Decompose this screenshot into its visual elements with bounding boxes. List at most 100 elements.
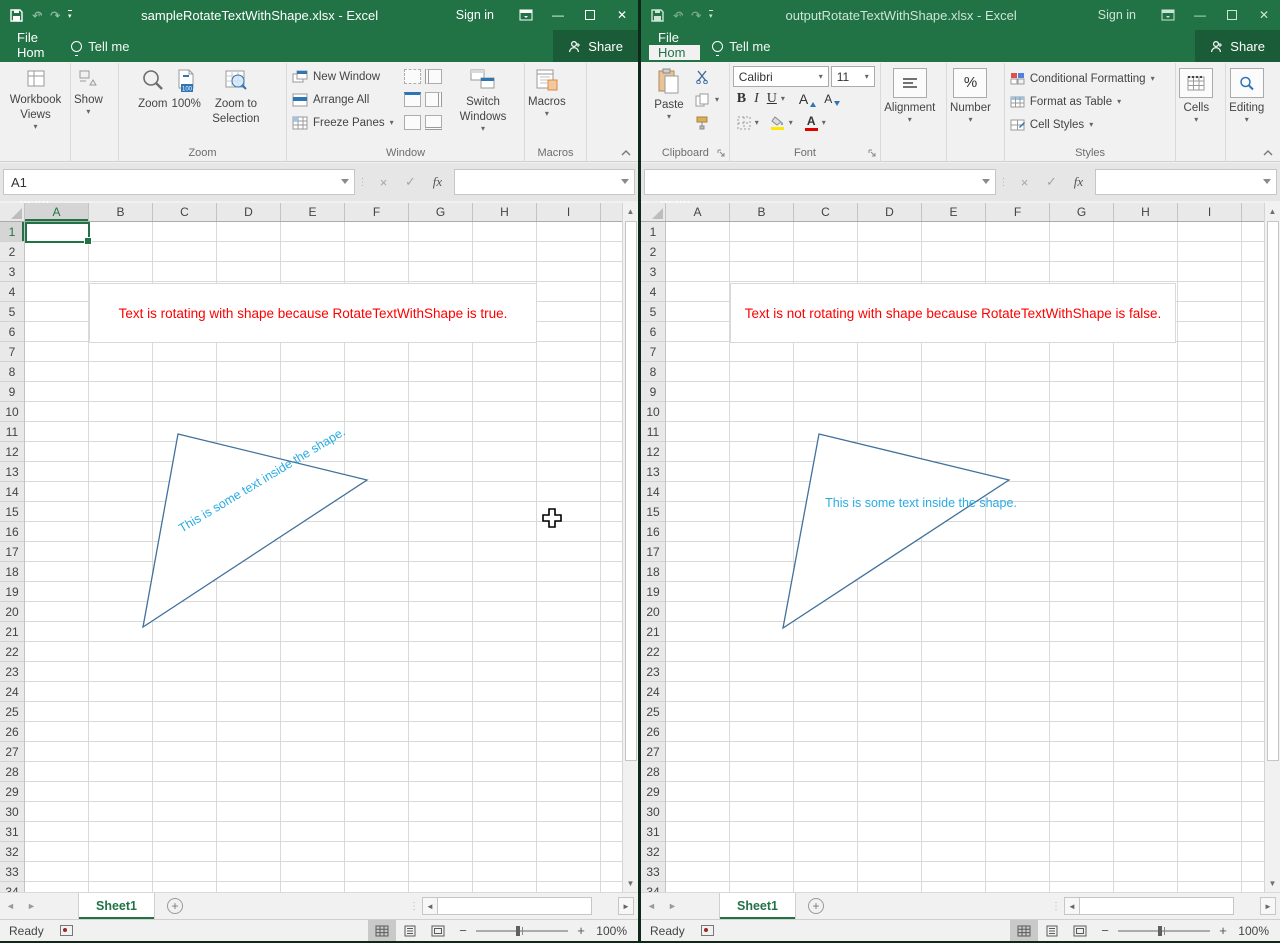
name-box[interactable]: A1	[3, 169, 355, 195]
tell-me-box[interactable]: Tell me	[59, 30, 141, 62]
column-header[interactable]: D	[217, 203, 281, 221]
freeze-panes-button[interactable]: Freeze Panes▾	[290, 111, 402, 134]
horizontal-scroll-thumb[interactable]	[1080, 897, 1234, 915]
row-header[interactable]: 17	[0, 542, 24, 562]
scroll-left-icon[interactable]: ◄	[1064, 897, 1080, 915]
row-header[interactable]: 25	[641, 702, 665, 722]
minimize-button[interactable]: —	[542, 0, 574, 30]
vertical-scroll-thumb[interactable]	[1267, 221, 1279, 761]
hide-button[interactable]	[404, 92, 421, 107]
sign-in-button[interactable]: Sign in	[440, 8, 510, 22]
tell-me-box[interactable]: Tell me	[700, 30, 782, 62]
row-header[interactable]: 2	[641, 242, 665, 262]
row-header[interactable]: 9	[641, 382, 665, 402]
ribbon-tab[interactable]: Hom	[649, 45, 700, 60]
column-header[interactable]: F	[986, 203, 1050, 221]
row-header[interactable]: 28	[0, 762, 24, 782]
row-header[interactable]: 32	[641, 842, 665, 862]
zoom-slider[interactable]	[1118, 930, 1210, 932]
column-header[interactable]: G	[1050, 203, 1114, 221]
horizontal-scrollbar[interactable]: ◄ ►	[422, 893, 638, 919]
ribbon-display-options-icon[interactable]	[1152, 0, 1184, 30]
normal-view-button[interactable]	[368, 920, 396, 942]
italic-button[interactable]: I	[754, 91, 759, 107]
row-header[interactable]: 34	[0, 882, 24, 892]
scroll-right-icon[interactable]: ►	[618, 897, 634, 915]
page-break-preview-button[interactable]	[1066, 920, 1094, 942]
row-header[interactable]: 31	[0, 822, 24, 842]
sheet-prev-icon[interactable]: ◄	[0, 893, 21, 919]
note-merged-cell[interactable]: Text is not rotating with shape because …	[730, 283, 1176, 343]
freeform-shape[interactable]: This is some text inside the shape.	[776, 425, 1031, 635]
redo-icon[interactable]: ↷▾	[50, 8, 59, 23]
decrease-font-size-button[interactable]: A	[824, 92, 840, 106]
new-sheet-button[interactable]: +	[796, 893, 836, 919]
bold-button[interactable]: B	[737, 91, 746, 107]
format-as-table-button[interactable]: Format as Table▾	[1008, 90, 1172, 113]
close-button[interactable]: ✕	[606, 0, 638, 30]
save-icon[interactable]	[10, 9, 23, 22]
ribbon-tab[interactable]: Hom	[8, 45, 59, 60]
copy-button[interactable]: ▾	[693, 88, 721, 111]
record-macro-icon[interactable]	[701, 925, 714, 936]
insert-function-icon[interactable]: fx	[1065, 174, 1092, 190]
scroll-down-icon[interactable]: ▼	[1265, 875, 1280, 892]
fill-color-button[interactable]	[771, 116, 785, 130]
save-icon[interactable]	[651, 9, 664, 22]
row-header[interactable]: 28	[641, 762, 665, 782]
reset-window-position-button[interactable]	[425, 115, 442, 130]
row-header[interactable]: 1	[641, 222, 665, 242]
row-header[interactable]: 3	[0, 262, 24, 282]
row-header[interactable]: 27	[0, 742, 24, 762]
undo-icon[interactable]: ↶▾	[32, 8, 41, 23]
row-header[interactable]: 9	[0, 382, 24, 402]
formula-expand-icon[interactable]	[621, 179, 629, 184]
maximize-button[interactable]	[574, 0, 606, 30]
row-header[interactable]: 30	[0, 802, 24, 822]
row-header[interactable]: 26	[641, 722, 665, 742]
macros-button[interactable]: Macros▾	[528, 65, 566, 144]
underline-button[interactable]: U	[767, 91, 777, 107]
zoom-slider[interactable]	[476, 930, 568, 932]
row-header[interactable]: 15	[641, 502, 665, 522]
row-header[interactable]: 18	[0, 562, 24, 582]
unhide-button[interactable]	[404, 115, 421, 130]
row-header[interactable]: 24	[0, 682, 24, 702]
zoom-level[interactable]: 100%	[1234, 924, 1280, 938]
row-header[interactable]: 29	[641, 782, 665, 802]
collapse-ribbon-icon[interactable]	[1263, 150, 1273, 156]
new-sheet-button[interactable]: +	[155, 893, 195, 919]
column-header[interactable]: C	[794, 203, 858, 221]
zoom-button[interactable]: Zoom	[138, 65, 167, 144]
cell-styles-button[interactable]: Cell Styles▾	[1008, 113, 1172, 136]
zoom-slider-thumb[interactable]	[1158, 926, 1162, 936]
formula-input[interactable]	[1095, 169, 1277, 195]
share-button[interactable]: Share	[553, 30, 638, 62]
row-header[interactable]: 22	[0, 642, 24, 662]
undo-icon[interactable]: ↶▾	[673, 8, 682, 23]
column-header[interactable]: A	[666, 203, 730, 221]
enter-icon[interactable]: ✓	[1038, 174, 1065, 190]
zoom-to-selection-button[interactable]: Zoom to Selection	[205, 65, 267, 144]
row-header[interactable]: 3	[641, 262, 665, 282]
increase-font-size-button[interactable]: A	[799, 91, 816, 107]
conditional-formatting-button[interactable]: Conditional Formatting▾	[1008, 67, 1172, 90]
scroll-left-icon[interactable]: ◄	[422, 897, 438, 915]
workbook-views-button[interactable]: Workbook Views▾	[4, 65, 67, 144]
row-header[interactable]: 34	[641, 882, 665, 892]
cells-area[interactable]: Text is not rotating with shape because …	[666, 222, 1264, 892]
view-side-by-side-button[interactable]	[425, 69, 442, 84]
name-box-dropdown-icon[interactable]	[982, 179, 990, 184]
row-header[interactable]: 4	[641, 282, 665, 302]
row-header[interactable]: 17	[641, 542, 665, 562]
font-color-button[interactable]: A	[805, 115, 818, 131]
freeform-shape[interactable]: This is some text inside the shape.	[135, 425, 375, 635]
row-header[interactable]: 16	[0, 522, 24, 542]
share-button[interactable]: Share	[1195, 30, 1280, 62]
formula-expand-icon[interactable]	[1263, 179, 1271, 184]
column-header[interactable]: E	[922, 203, 986, 221]
customize-qat-icon[interactable]: ▾	[68, 10, 72, 20]
row-header[interactable]: 22	[641, 642, 665, 662]
font-dialog-launcher-icon[interactable]	[868, 149, 877, 158]
horizontal-scrollbar[interactable]: ◄ ►	[1064, 893, 1280, 919]
